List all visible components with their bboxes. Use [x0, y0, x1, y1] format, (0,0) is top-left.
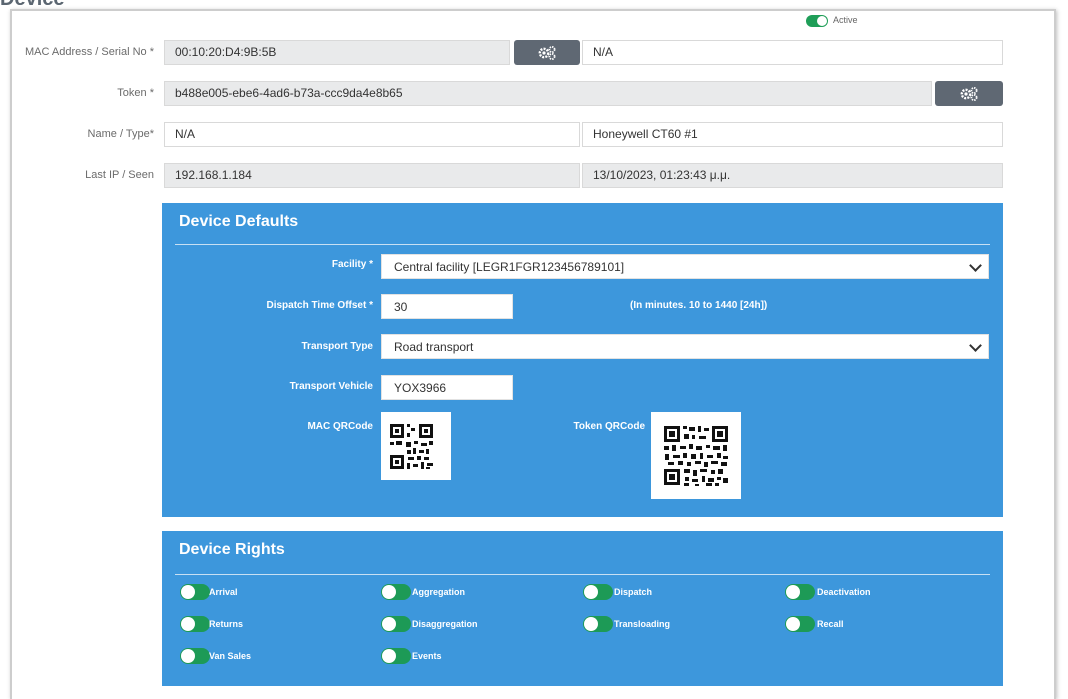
dispatch-offset-input[interactable]: 30	[381, 294, 513, 319]
toggle-events[interactable]	[381, 648, 411, 664]
token-qrcode-label: Token QRCode	[573, 421, 645, 432]
mac-address-field[interactable]: 00:10:20:D4:9B:5B	[164, 40, 510, 65]
facility-label: Facility *	[331, 259, 373, 270]
right-label-recall: Recall	[817, 619, 844, 629]
transport-type-select[interactable]: Road transport	[381, 334, 989, 359]
toggle-transloading[interactable]	[583, 616, 613, 632]
divider	[175, 574, 990, 575]
right-label-aggregation: Aggregation	[412, 587, 465, 597]
serial-number-field[interactable]: N/A	[582, 40, 1003, 65]
device-rights-panel	[162, 531, 1003, 686]
name-field[interactable]: N/A	[164, 122, 580, 147]
last-ip-label: Last IP / Seen	[85, 169, 154, 181]
facility-value: Central facility [LEGR1FGR123456789101]	[394, 260, 625, 274]
device-defaults-title: Device Defaults	[179, 213, 299, 230]
chevron-down-icon	[969, 339, 982, 352]
transport-type-label: Transport Type	[301, 341, 374, 352]
dispatch-offset-label: Dispatch Time Offset *	[266, 300, 373, 311]
mac-qrcode-label: MAC QRCode	[307, 421, 373, 432]
dispatch-offset-hint: (In minutes. 10 to 1440 [24h])	[630, 300, 768, 311]
toggle-aggregation[interactable]	[381, 584, 411, 600]
type-field[interactable]: Honeywell CT60 #1	[582, 122, 1003, 147]
toggle-van-sales[interactable]	[180, 648, 210, 664]
active-toggle[interactable]	[806, 15, 828, 27]
name-type-label: Name / Type*	[87, 128, 154, 140]
toggle-arrival[interactable]	[180, 584, 210, 600]
right-label-transloading: Transloading	[614, 619, 671, 629]
toggle-deactivation[interactable]	[785, 584, 815, 600]
facility-select[interactable]: Central facility [LEGR1FGR123456789101]	[381, 254, 989, 279]
toggle-disaggregation[interactable]	[381, 616, 411, 632]
right-label-dispatch: Dispatch	[614, 587, 653, 597]
chevron-down-icon	[969, 259, 982, 272]
right-label-van-sales: Van Sales	[209, 651, 252, 661]
right-label-disaggregation: Disaggregation	[412, 619, 478, 629]
active-label: Active	[833, 15, 858, 25]
token-qrcode	[651, 412, 741, 499]
device-defaults-panel	[162, 203, 1003, 517]
toggle-returns[interactable]	[180, 616, 210, 632]
right-label-deactivation: Deactivation	[817, 587, 871, 597]
right-label-events: Events	[412, 651, 442, 661]
toggle-dispatch[interactable]	[583, 584, 613, 600]
toggle-recall[interactable]	[785, 616, 815, 632]
generate-token-button[interactable]	[935, 81, 1003, 106]
mac-label: MAC Address / Serial No *	[25, 46, 154, 58]
gears-icon	[538, 45, 556, 60]
last-seen-field: 13/10/2023, 01:23:43 μ.μ.	[582, 163, 1003, 188]
token-label: Token *	[117, 87, 154, 99]
transport-type-value: Road transport	[394, 340, 474, 354]
transport-vehicle-label: Transport Vehicle	[289, 381, 373, 392]
divider	[175, 244, 990, 245]
gears-icon	[960, 86, 978, 101]
token-field[interactable]: b488e005-ebe6-4ad6-b73a-ccc9da4e8b65	[164, 81, 932, 106]
device-rights-title: Device Rights	[179, 541, 285, 558]
right-label-returns: Returns	[209, 619, 244, 629]
last-ip-field: 192.168.1.184	[164, 163, 580, 188]
mac-qrcode	[381, 412, 451, 480]
generate-mac-button[interactable]	[514, 40, 580, 65]
transport-vehicle-input[interactable]: YOX3966	[381, 375, 513, 400]
right-label-arrival: Arrival	[209, 587, 238, 597]
